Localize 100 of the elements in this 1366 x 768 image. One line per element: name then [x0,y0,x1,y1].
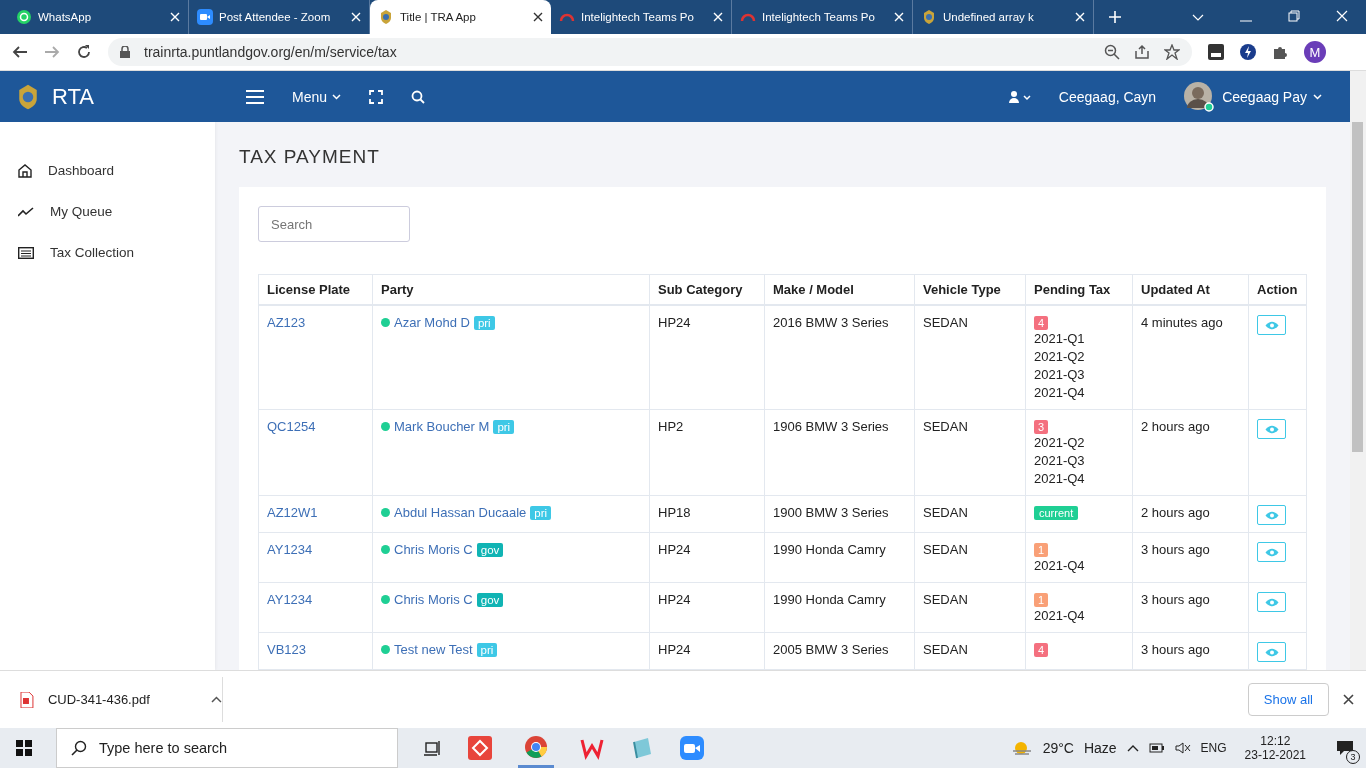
column-header: Vehicle Type [914,274,1026,305]
eye-icon [1264,547,1279,557]
camera-icon[interactable] [680,736,704,760]
pending-badge: 1 [1034,543,1049,557]
table-cell: 2 hours ago [1132,409,1249,496]
table-cell: 4 minutes ago [1132,305,1249,410]
account-dropdown[interactable]: Ceegaag Pay [1222,88,1322,105]
party-link[interactable]: Mark Boucher M [394,419,490,434]
emblem-icon [921,9,937,25]
star-icon[interactable] [1164,44,1180,60]
restore-icon[interactable] [1288,10,1300,22]
sidebar-item[interactable]: Dashboard [0,150,215,191]
plate-link[interactable]: QC1254 [267,419,316,434]
table-cell: HP24 [649,532,765,583]
address-field[interactable]: trainrta.puntlandgov.org/en/m/service/tax [108,38,1192,66]
plate-link[interactable]: VB123 [267,642,307,657]
close-icon[interactable] [533,12,543,22]
battery-icon[interactable] [1148,742,1165,754]
quarter-text: 2021-Q3 [1034,452,1086,470]
party-tag: gov [476,542,504,557]
puzzle-icon[interactable] [1272,44,1288,60]
user-icon[interactable] [1008,90,1031,103]
share-icon[interactable] [1134,44,1150,60]
table-cell: SEDAN [914,532,1026,583]
user-name[interactable]: Ceegaag, Cayn [1058,88,1157,105]
party-link[interactable]: Abdul Hassan Ducaale [394,505,527,520]
plate-link[interactable]: AZ123 [267,315,306,330]
show-all-button[interactable]: Show all [1247,683,1329,716]
reload-icon[interactable] [76,44,92,60]
eye-icon [1264,510,1279,520]
table-cell: 3 hours ago [1132,582,1249,633]
search-icon[interactable] [411,89,426,104]
temperature[interactable]: 29°C [1042,740,1074,756]
eye-icon [1264,424,1279,434]
column-header: Updated At [1132,274,1249,305]
quarter-text: 2021-Q4 [1034,470,1086,488]
table-cell: SEDAN [914,409,1026,496]
weather-icon[interactable] [1010,740,1033,756]
table-cell: 3 hours ago [1132,532,1249,583]
status-dot [381,422,390,431]
browser-tab[interactable]: Title | TRA App [370,0,551,34]
party-link[interactable]: Chris Moris C [394,592,473,607]
party-link[interactable]: Test new Test [394,642,473,657]
caret-icon [332,93,342,100]
download-file[interactable]: CUD-341-436.pdf [47,692,198,707]
quarter-text: 2021-Q3 [1034,366,1086,384]
menu-icon[interactable] [246,89,264,104]
weather-condition[interactable]: Haze [1083,740,1117,756]
sidebar-item[interactable]: Tax Collection [0,232,215,273]
extension-icon[interactable] [1208,44,1224,60]
party-tag: pri [530,505,552,520]
party-link[interactable]: Azar Mohd D [394,315,470,330]
table-cell: 2016 BMW 3 Series [764,305,915,410]
pending-badge: 4 [1034,316,1049,330]
plate-link[interactable]: AY1234 [267,542,313,557]
zoom-icon[interactable] [1104,44,1120,60]
fullscreen-icon[interactable] [369,89,384,104]
list-icon [18,246,34,259]
mute-icon[interactable] [1174,742,1191,754]
diamond-app-icon[interactable] [468,736,492,760]
back-icon[interactable] [12,44,28,60]
table-cell: SEDAN [914,582,1026,633]
profile-button[interactable]: M [1304,41,1326,63]
party-tag: pri [476,642,498,657]
table-cell: SEDAN [914,632,1026,670]
plate-link[interactable]: AZ12W1 [267,505,318,520]
sidebar-item[interactable]: My Queue [0,191,215,232]
scrollbar-thumb[interactable] [1352,122,1363,452]
eye-icon [1264,647,1279,657]
party-link[interactable]: Chris Moris C [394,542,473,557]
party-tag: pri [493,419,515,434]
bolt-icon[interactable] [1240,44,1256,60]
table-cell: HP2 [649,409,765,496]
menu-dropdown[interactable]: Menu [292,88,342,105]
column-header: Pending Tax [1025,274,1133,305]
quarter-text: 2021-Q2 [1034,434,1086,452]
task-view-icon[interactable] [424,740,442,756]
table-cell: 3 hours ago [1132,632,1249,670]
clock-time[interactable]: 12:12 [1260,734,1291,748]
notification-button[interactable]: 3 [1324,730,1366,766]
caret-icon [1313,93,1322,100]
column-header: Sub Category [649,274,765,305]
taskbar-search-field[interactable]: Type here to search [56,728,398,768]
close-icon[interactable] [1343,694,1354,705]
clock-date[interactable]: 23-12-2021 [1244,748,1306,762]
language-indicator[interactable]: ENG [1200,741,1227,755]
plate-link[interactable]: AY1234 [267,592,313,607]
new-tab-icon[interactable] [1108,10,1122,24]
table-cell: 2 hours ago [1132,495,1249,533]
status-dot [381,595,390,604]
column-header: Party [372,274,650,305]
windows-icon[interactable] [16,740,32,756]
chevron-icon[interactable] [211,696,222,703]
search-field[interactable]: Search [258,206,410,242]
quarter-text: 2021-Q4 [1034,384,1086,402]
brand-name[interactable]: RTA [52,83,94,110]
table-cell: SEDAN [914,305,1026,410]
chevron-icon[interactable] [1126,744,1139,752]
notepad-icon[interactable] [630,736,654,760]
eye-icon [1264,597,1279,607]
